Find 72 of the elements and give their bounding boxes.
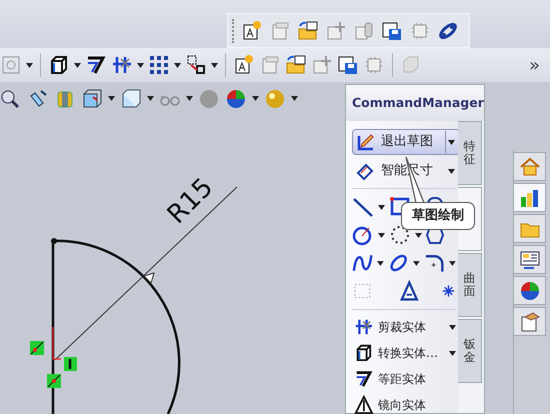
toolbar-grip[interactable] (232, 18, 235, 42)
dotted-circle-icon[interactable] (389, 224, 411, 246)
home-icon (518, 156, 540, 178)
point-tool-icon[interactable] (441, 283, 456, 299)
spline-tool-icon[interactable] (352, 252, 374, 274)
caret-icon[interactable] (26, 62, 33, 68)
document-star-icon[interactable] (233, 54, 255, 76)
panel-icon (518, 248, 540, 270)
dimension-icon (355, 161, 375, 181)
caret-icon[interactable] (378, 204, 385, 210)
cube-icon (354, 343, 374, 363)
vertical-tab[interactable]: 钣金 (458, 319, 482, 383)
caret-icon[interactable] (186, 96, 193, 101)
trim-icon (354, 317, 374, 337)
fillet-tool-icon[interactable] (424, 252, 446, 274)
relation-marker (52, 327, 61, 360)
mirror-icon (354, 395, 374, 414)
caret-icon[interactable] (448, 168, 454, 174)
ribbon-button[interactable]: 退出草图 (352, 129, 460, 155)
caret-icon[interactable] (74, 62, 81, 68)
task-pane-tab[interactable] (514, 183, 546, 212)
caret-icon[interactable] (378, 232, 385, 238)
caret-icon[interactable] (448, 324, 456, 330)
offset-lines-icon (354, 369, 374, 389)
caret-icon[interactable] (174, 62, 181, 68)
sketch-point (51, 238, 57, 244)
text-tool-icon[interactable] (399, 280, 420, 302)
ellipse-tool-icon[interactable] (388, 252, 410, 274)
caret-icon[interactable] (449, 260, 456, 266)
caret-icon[interactable] (137, 62, 144, 68)
magnifier-icon[interactable] (0, 88, 22, 110)
view-cube-icon[interactable] (81, 88, 103, 110)
exit-sketch-icon (355, 132, 375, 152)
clipboard-icon (518, 310, 540, 332)
caret-icon[interactable] (108, 96, 115, 101)
color-ball-icon[interactable] (225, 88, 247, 110)
caret-icon[interactable] (415, 232, 422, 238)
command-item[interactable]: 等距实体 (352, 366, 460, 392)
command-item[interactable]: 镜向实体 (352, 392, 460, 414)
caret-icon[interactable] (252, 96, 259, 101)
save-icon[interactable] (381, 20, 403, 42)
trim-icon[interactable] (111, 54, 133, 76)
folder-icon[interactable] (297, 20, 319, 42)
relation-icon (47, 374, 61, 388)
move-entities-icon[interactable] (185, 54, 207, 76)
vertical-tab[interactable]: 特征 (458, 121, 482, 185)
folder-icon[interactable] (285, 54, 307, 76)
vertical-tab[interactable]: 曲面 (458, 253, 482, 317)
relation-icon (30, 341, 44, 355)
panel-title: CommandManager (352, 94, 484, 112)
toolbar-overflow-button[interactable]: » (524, 52, 544, 78)
circle-tool-icon[interactable] (352, 224, 374, 246)
document-star-icon[interactable] (241, 20, 263, 42)
task-pane-tab[interactable] (514, 276, 546, 305)
box-icon[interactable] (120, 88, 142, 110)
grid-icon[interactable] (148, 54, 170, 76)
command-item[interactable]: 剪裁实体 (352, 314, 460, 340)
save-icon[interactable] (337, 54, 359, 76)
line-tool-icon[interactable] (352, 196, 374, 218)
caret-icon[interactable] (413, 260, 420, 266)
task-pane-tab[interactable] (514, 307, 546, 336)
cube-icon[interactable] (48, 54, 70, 76)
caret-icon[interactable] (448, 350, 456, 356)
caret-icon[interactable] (147, 96, 154, 101)
vertical-relation-icon (64, 357, 77, 371)
offset-lines-icon[interactable] (85, 54, 107, 76)
caret-icon[interactable] (211, 62, 218, 68)
caret-icon[interactable] (291, 96, 298, 101)
caret-icon[interactable] (448, 140, 455, 144)
task-pane-tab[interactable] (514, 245, 546, 274)
caret-icon[interactable] (377, 260, 384, 266)
color-ball-icon (518, 280, 540, 302)
